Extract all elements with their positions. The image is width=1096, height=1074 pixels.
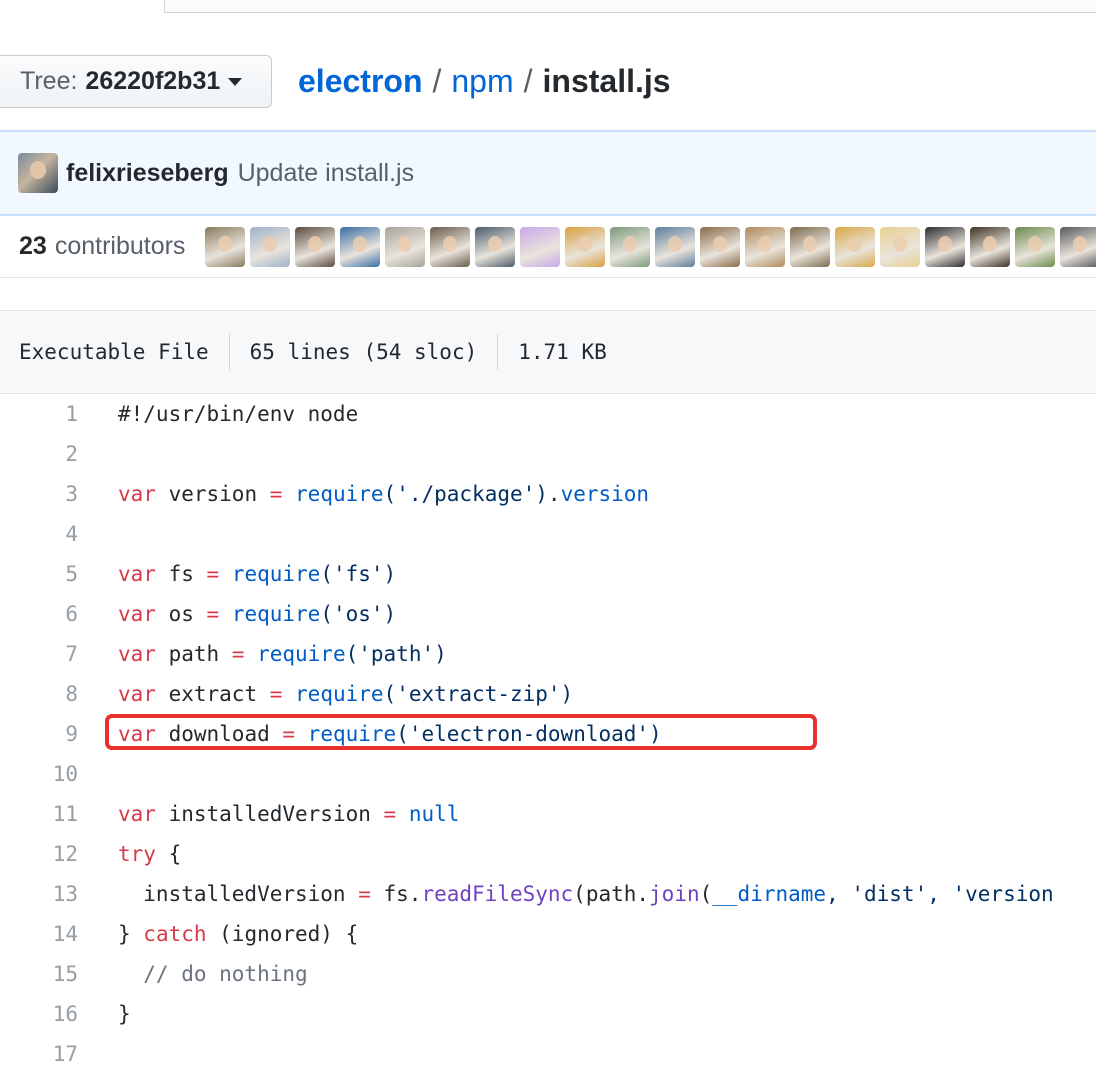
code-line: 14 } catch (ignored) { [0, 914, 1096, 954]
breadcrumb-file-name: install.js [542, 62, 671, 99]
top-tab-strip [0, 0, 1096, 14]
code-text: } [118, 1002, 131, 1026]
tree-sha: 26220f2b31 [85, 67, 221, 95]
code-text: try { [118, 842, 182, 866]
contributor-avatar[interactable] [295, 226, 336, 267]
divider [228, 334, 230, 370]
contributor-avatar[interactable] [880, 226, 921, 267]
contributor-avatar[interactable] [475, 226, 516, 267]
contributor-avatars [205, 226, 1096, 267]
line-number[interactable]: 4 [0, 522, 78, 546]
contributor-avatar[interactable] [790, 226, 831, 267]
contributor-avatar[interactable] [655, 226, 696, 267]
contributor-avatar[interactable] [205, 226, 246, 267]
file-info-header: Executable File 65 lines (54 sloc) 1.71 … [0, 310, 1096, 394]
branch-tree-button[interactable]: Tree: 26220f2b31 [0, 55, 272, 108]
line-number[interactable]: 1 [0, 402, 78, 426]
contributor-avatar[interactable] [340, 226, 381, 267]
highlight-annotation-box [105, 714, 817, 750]
line-number[interactable]: 15 [0, 962, 78, 986]
line-number[interactable]: 7 [0, 642, 78, 666]
code-line: 15 // do nothing [0, 954, 1096, 994]
code-text: #!/usr/bin/env node [118, 402, 359, 426]
code-text: } catch (ignored) { [118, 922, 359, 946]
commit-message-link[interactable]: Update install.js [238, 159, 414, 188]
code-text: var path = require('path') [118, 642, 447, 666]
contributor-avatar[interactable] [520, 226, 561, 267]
line-number[interactable]: 2 [0, 442, 78, 466]
code-line: 7 var path = require('path') [0, 634, 1096, 674]
breadcrumb-repo-link[interactable]: electron [298, 63, 422, 100]
contributor-avatar[interactable] [565, 226, 606, 267]
chevron-down-icon [228, 77, 243, 86]
line-number[interactable]: 13 [0, 882, 78, 906]
code-line: 12 try { [0, 834, 1096, 874]
line-number[interactable]: 10 [0, 762, 78, 786]
line-number[interactable]: 12 [0, 842, 78, 866]
code-line: 1 #!/usr/bin/env node [0, 394, 1096, 434]
line-number[interactable]: 3 [0, 482, 78, 506]
line-number[interactable]: 9 [0, 722, 78, 746]
code-text: var version = require('./package').versi… [118, 482, 650, 506]
code-line: 4 [0, 514, 1096, 554]
contributor-avatar[interactable] [1015, 226, 1056, 267]
code-line: 2 [0, 434, 1096, 474]
code-line: 17 [0, 1034, 1096, 1074]
code-text: // do nothing [118, 962, 308, 986]
code-view: 1 #!/usr/bin/env node 2 3 var version = … [0, 394, 1096, 1074]
divider [497, 334, 499, 370]
contributor-avatar[interactable] [250, 226, 291, 267]
code-line: 8 var extract = require('extract-zip') [0, 674, 1096, 714]
avatar[interactable] [18, 153, 58, 193]
line-number[interactable]: 5 [0, 562, 78, 586]
line-number[interactable]: 11 [0, 802, 78, 826]
contributor-avatar[interactable] [700, 226, 741, 267]
contributor-avatar[interactable] [745, 226, 786, 267]
contributor-avatar[interactable] [970, 226, 1011, 267]
code-text: var fs = require('fs') [118, 562, 397, 586]
contributor-avatar[interactable] [385, 226, 426, 267]
line-number[interactable]: 14 [0, 922, 78, 946]
line-number[interactable]: 17 [0, 1042, 78, 1066]
breadcrumb-separator: / [523, 62, 533, 99]
breadcrumb: electron / npm / install.js [298, 58, 671, 104]
line-number[interactable]: 8 [0, 682, 78, 706]
code-line: 16 } [0, 994, 1096, 1034]
file-line-count: 65 lines (54 sloc) [249, 340, 478, 364]
contributor-avatar[interactable] [610, 226, 651, 267]
latest-commit-bar: felixrieseberg Update install.js [0, 130, 1096, 216]
contributor-avatar[interactable] [925, 226, 966, 267]
code-text: installedVersion = fs.readFileSync(path.… [118, 882, 1054, 906]
code-line: 3 var version = require('./package').ver… [0, 474, 1096, 514]
file-mode: Executable File [19, 340, 209, 364]
commit-author-link[interactable]: felixrieseberg [66, 159, 229, 188]
contributor-avatar[interactable] [835, 226, 876, 267]
line-number[interactable]: 6 [0, 602, 78, 626]
code-line: 13 installedVersion = fs.readFileSync(pa… [0, 874, 1096, 914]
code-text: var os = require('os') [118, 602, 397, 626]
contributors-count[interactable]: 23 [19, 232, 47, 261]
tab-edge [164, 0, 1096, 13]
breadcrumb-separator: / [432, 62, 442, 99]
breadcrumb-dir-link[interactable]: npm [451, 63, 513, 100]
code-line: 10 [0, 754, 1096, 794]
contributor-avatar[interactable] [1060, 226, 1096, 267]
tree-label: Tree: [20, 67, 78, 95]
code-line: 5 var fs = require('fs') [0, 554, 1096, 594]
code-text: var installedVersion = null [118, 802, 460, 826]
line-number[interactable]: 16 [0, 1002, 78, 1026]
contributors-label[interactable]: contributors [55, 232, 186, 261]
contributor-avatar[interactable] [430, 226, 471, 267]
file-size: 1.71 KB [518, 340, 607, 364]
contributors-bar: 23 contributors [0, 216, 1096, 278]
code-line: 6 var os = require('os') [0, 594, 1096, 634]
code-text: var extract = require('extract-zip') [118, 682, 574, 706]
code-line: 11 var installedVersion = null [0, 794, 1096, 834]
